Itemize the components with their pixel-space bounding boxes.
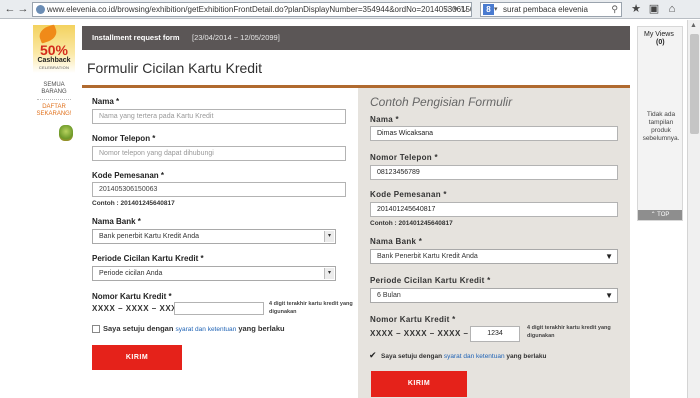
card-last4-input[interactable] [174,302,264,315]
agree-text: Saya setuju dengan syarat dan ketentuan … [103,324,285,333]
forward-arrow-icon[interactable]: → [17,3,29,15]
bookmarks-star-icon[interactable]: ★ [630,3,642,15]
my-views-panel: My Views (0) Tidak ada tampilan produk s… [637,26,683,221]
example-card-hint: 4 digit terakhir kartu kredit yang digun… [527,325,611,339]
cashback-percent: 50% [39,42,69,58]
search-engine-icon[interactable]: 8 [483,4,494,15]
sidebar-divider [37,99,71,100]
agree-checkbox[interactable] [92,325,100,333]
example-submit-button: KIRIM [371,371,467,397]
phone-input[interactable]: Nomor telepon yang dapat dihubungi [92,146,346,161]
promo-sidebar: 50% Cashback CELEBRATION SEMUA BARANG DA… [33,24,75,145]
my-views-title: My Views [644,31,674,38]
cashback-banner[interactable]: 50% Cashback CELEBRATION [33,24,75,73]
example-bank-value: Bank Penerbit Kartu Kredit Anda [377,253,478,260]
example-period-value: 6 Bulan [377,292,401,299]
card-hint: 4 digit terakhir kartu kredit yang digun… [269,301,353,315]
scroll-up-icon[interactable]: ▲ [690,22,697,29]
bank-select-value: Bank penerbit Kartu Kredit Anda [99,233,200,240]
my-views-count: (0) [656,39,665,46]
example-bank-select: Bank Penerbit Kartu Kredit Anda ▼ [370,249,618,264]
period-select[interactable]: Periode cicilan Anda ▾ [92,266,336,281]
daftar-sekarang-line1[interactable]: DAFTAR [33,104,75,111]
name-label: Nama * [92,97,120,106]
agree-prefix: Saya setuju dengan [103,324,174,333]
card-number-label: Nomor Kartu Kredit * [92,292,172,301]
order-code-input[interactable]: 201405306150063 [92,182,346,197]
semua-barang-line2[interactable]: BARANG [33,89,75,96]
address-url: www.elevenia.co.id/browsing/exhibition/g… [47,5,472,14]
example-card-field: 1234 [470,326,520,342]
bank-label: Nama Bank * [92,217,141,226]
chevron-down-icon[interactable]: ▾ [324,268,334,279]
leaf-decoration-icon [37,24,59,44]
period-select-value: Periode cicilan Anda [99,270,163,277]
order-code-example: Contoh : 201401245640817 [92,200,175,207]
semua-barang-line1[interactable]: SEMUA [33,82,75,89]
chevron-down-icon[interactable]: ▾ [324,231,334,242]
example-agree-text: Saya setuju dengan syarat dan ketentuan … [381,353,547,360]
example-order-label: Kode Pemesanan * [370,190,447,199]
bank-select[interactable]: Bank penerbit Kartu Kredit Anda ▾ [92,229,336,244]
example-phone-field: 08123456789 [370,165,618,180]
example-order-hint: Contoh : 201401245640817 [370,220,453,227]
example-agree-suffix: yang berlaku [506,353,547,360]
back-arrow-icon[interactable]: ← [4,3,16,15]
bookmarks-menu-icon[interactable]: ▣ [648,3,660,15]
caret-down-icon: ▼ [605,252,613,261]
browser-search-input[interactable]: 8 ▾ surat pembaca elevenia ⚲ [480,2,622,17]
example-bank-label: Nama Bank * [370,237,423,246]
daftar-promo-image[interactable] [59,125,73,141]
name-input[interactable]: Nama yang tertera pada Kartu Kredit [92,109,346,124]
submit-button[interactable]: KIRIM [92,345,182,370]
example-period-label: Periode Cicilan Kartu Kredit * [370,276,491,285]
back-to-top-button[interactable]: ⌃ TOP [638,210,682,220]
search-icon[interactable]: ⚲ [611,3,618,16]
example-title: Contoh Pengisian Formulir [370,95,513,109]
example-card-label: Nomor Kartu Kredit * [370,315,456,324]
header-dates: [23/04/2014 ~ 12/05/2099] [192,33,280,42]
example-agree-prefix: Saya setuju dengan [381,353,443,360]
terms-link[interactable]: syarat dan ketentuan [176,326,237,333]
example-terms-link: syarat dan ketentuan [443,353,505,360]
home-icon[interactable]: ⌂ [666,3,678,15]
cashback-label: Cashback [37,57,71,64]
period-label: Periode Cicilan Kartu Kredit * [92,254,204,263]
agree-suffix: yang berlaku [238,324,285,333]
header-title: Installment request form [92,33,180,42]
page-title: Formulir Cicilan Kartu Kredit [87,60,263,76]
example-period-select: 6 Bulan ▼ [370,288,618,303]
scroll-thumb[interactable] [690,34,699,134]
example-name-field: Dimas Wicaksana [370,126,618,141]
caret-down-icon: ▼ [605,291,613,300]
form-header-bar: Installment request form [23/04/2014 ~ 1… [82,26,630,50]
example-order-field: 201401245640817 [370,202,618,217]
search-query: surat pembaca elevenia [503,5,588,14]
site-globe-icon [36,5,45,14]
browser-toolbar: ← → www.elevenia.co.id/browsing/exhibiti… [0,0,700,19]
page-scrollbar[interactable]: ▲ [687,20,700,398]
address-bar[interactable]: www.elevenia.co.id/browsing/exhibition/g… [32,2,472,17]
celebration-label: CELEBRATION [38,65,70,70]
example-phone-label: Nomor Telepon * [370,153,438,162]
example-card-mask: XXXX – XXXX – XXXX – [370,329,469,338]
my-views-empty-text: Tidak ada tampilan produk sebelumnya. [642,111,680,142]
engine-dropdown-icon[interactable]: ▾ [494,3,498,16]
bookmark-star-icon[interactable]: ☆ ▾ ↻ [443,3,468,16]
phone-label: Nomor Telepon * [92,134,156,143]
example-name-label: Nama * [370,115,399,124]
example-agree-checkbox [369,350,378,361]
order-code-label: Kode Pemesanan * [92,171,165,180]
daftar-sekarang-line2[interactable]: SEKARANG! [33,111,75,118]
